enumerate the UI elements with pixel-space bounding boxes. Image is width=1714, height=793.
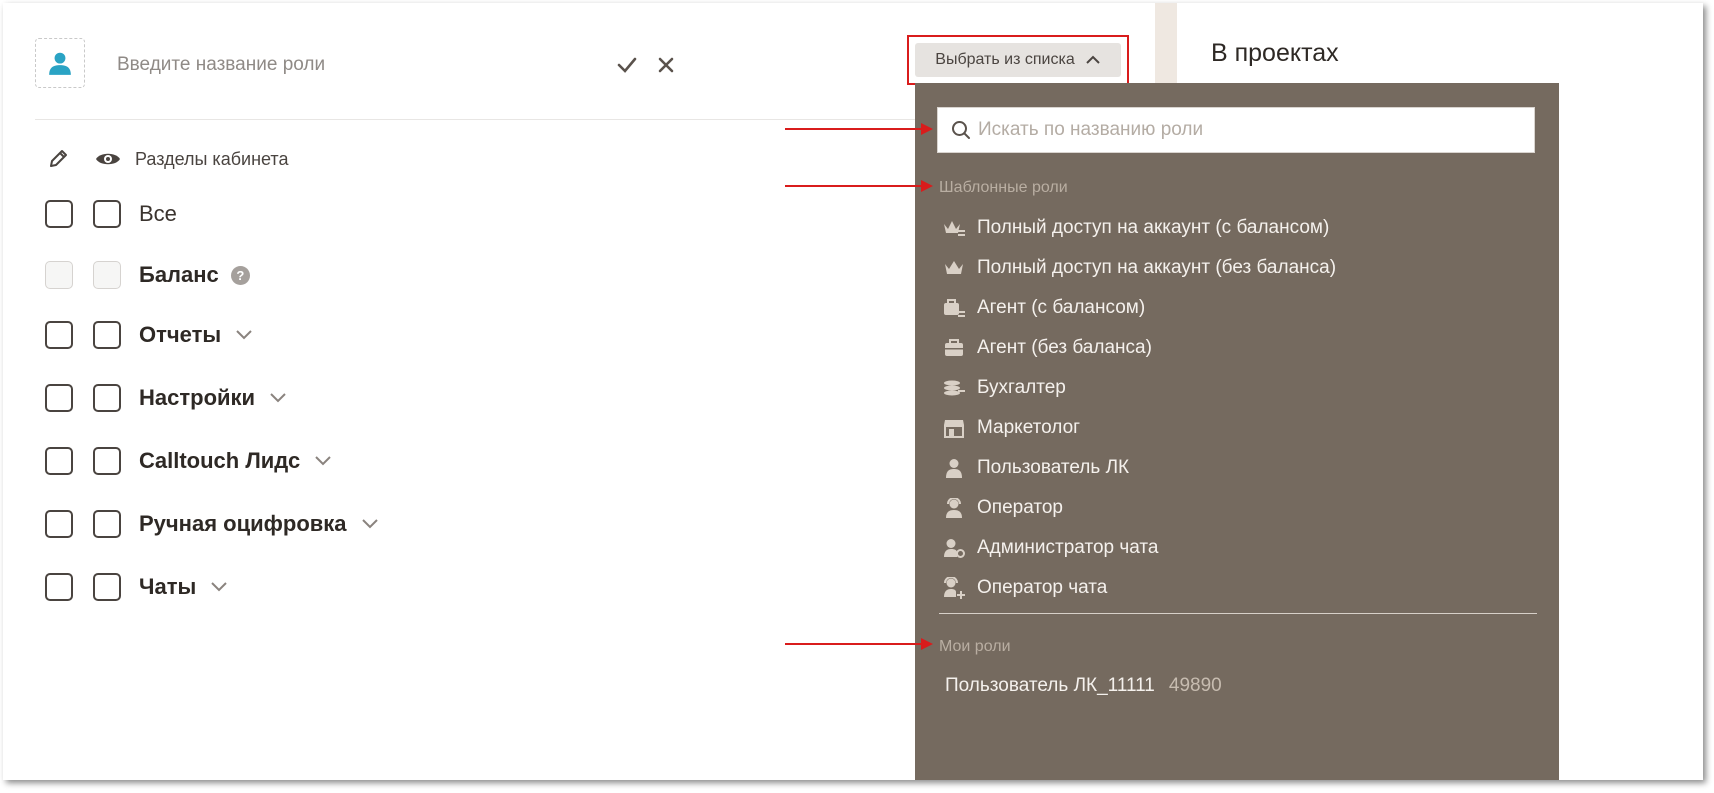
help-icon[interactable]: ? — [230, 265, 250, 285]
template-role-label: Бухгалтер — [977, 377, 1066, 398]
template-role-full-with-balance[interactable]: Полный доступ на аккаунт (с балансом) — [943, 213, 1329, 243]
view-checkbox-manual-digitization[interactable] — [93, 510, 121, 538]
cancel-button[interactable] — [652, 51, 680, 79]
select-from-list-label: Выбрать из списка — [935, 51, 1075, 68]
projects-panel-edge — [1155, 3, 1177, 93]
edit-checkbox-chats[interactable] — [45, 573, 73, 601]
search-icon — [952, 121, 970, 139]
template-role-lk-user[interactable]: Пользователь ЛК — [943, 453, 1129, 483]
sections-header-label: Разделы кабинета — [135, 148, 289, 169]
template-roles-title: Шаблонные роли — [939, 179, 1068, 196]
section-row-all: Все — [45, 198, 177, 230]
role-search-input[interactable] — [972, 108, 1534, 152]
header-divider — [35, 119, 915, 120]
section-row-reports: Отчеты — [45, 319, 253, 351]
section-row-balance: Баланс ? — [45, 259, 250, 291]
template-role-label: Агент (с балансом) — [977, 297, 1146, 318]
template-role-agent-without-balance[interactable]: Агент (без баланса) — [943, 333, 1152, 363]
chevron-down-icon[interactable] — [314, 455, 332, 467]
role-name-input[interactable] — [115, 47, 599, 83]
highlight-box: Выбрать из списка — [907, 35, 1129, 85]
coins-icon — [943, 377, 965, 399]
template-role-chat-operator[interactable]: Оператор чата — [943, 573, 1107, 603]
briefcase-balance-icon — [943, 297, 965, 319]
role-search-box — [937, 107, 1535, 153]
store-icon — [943, 417, 965, 439]
edit-checkbox-balance — [45, 261, 73, 289]
dropdown-divider — [939, 613, 1537, 614]
eye-icon — [96, 153, 120, 165]
template-role-full-without-balance[interactable]: Полный доступ на аккаунт (без баланса) — [943, 253, 1336, 283]
chevron-down-icon[interactable] — [235, 329, 253, 341]
chat-operator-icon — [943, 577, 965, 599]
annotation-arrow-my-roles — [785, 638, 933, 650]
template-role-marketer[interactable]: Маркетолог — [943, 413, 1080, 443]
section-label-chats: Чаты — [139, 574, 197, 599]
close-icon — [658, 57, 674, 73]
pencil-icon — [50, 150, 67, 167]
view-checkbox-balance — [93, 261, 121, 289]
role-dropdown: Шаблонные роли Полный доступ на аккаунт … — [915, 83, 1559, 780]
my-roles-title: Мои роли — [939, 638, 1011, 655]
my-role-item[interactable]: Пользователь ЛК_11111 49890 — [945, 671, 1222, 701]
view-checkbox-reports[interactable] — [93, 321, 121, 349]
sections-header: Разделы кабинета — [47, 144, 288, 174]
chevron-up-icon — [1085, 55, 1101, 65]
section-row-settings: Настройки — [45, 382, 287, 414]
template-role-accountant[interactable]: Бухгалтер — [943, 373, 1066, 403]
user-icon — [943, 457, 965, 479]
section-row-manual-digitization: Ручная оцифровка — [45, 508, 379, 540]
check-icon — [617, 57, 637, 73]
annotation-arrow-templates — [785, 180, 933, 192]
template-role-label: Маркетолог — [977, 417, 1081, 438]
section-label-balance: Баланс — [139, 262, 219, 287]
select-from-list-button[interactable]: Выбрать из списка — [915, 43, 1121, 77]
template-role-label: Оператор чата — [977, 577, 1108, 598]
chat-admin-icon — [943, 537, 965, 559]
role-avatar-placeholder[interactable] — [35, 38, 85, 88]
section-label-manual-digitization: Ручная оцифровка — [139, 511, 347, 536]
my-role-name: Пользователь ЛК_11111 — [945, 675, 1155, 696]
chevron-down-icon[interactable] — [361, 518, 379, 530]
user-icon — [49, 52, 71, 75]
view-checkbox-all[interactable] — [93, 200, 121, 228]
projects-title: В проектах — [1211, 39, 1339, 67]
template-role-label: Полный доступ на аккаунт (без баланса) — [977, 257, 1337, 278]
template-role-label: Агент (без баланса) — [977, 337, 1152, 358]
edit-checkbox-reports[interactable] — [45, 321, 73, 349]
chevron-down-icon[interactable] — [269, 392, 287, 404]
section-label-settings: Настройки — [139, 385, 256, 410]
template-role-chat-admin[interactable]: Администратор чата — [943, 533, 1158, 563]
annotation-arrow-search — [785, 123, 933, 135]
edit-checkbox-calltouch-leads[interactable] — [45, 447, 73, 475]
section-label-calltouch-leads: Calltouch Лидс — [139, 448, 301, 473]
section-row-chats: Чаты — [45, 571, 228, 603]
section-label-all: Все — [139, 201, 177, 226]
template-role-label: Пользователь ЛК — [977, 457, 1130, 478]
operator-icon — [943, 497, 965, 519]
view-checkbox-chats[interactable] — [93, 573, 121, 601]
template-role-operator[interactable]: Оператор — [943, 493, 1063, 523]
template-role-label: Полный доступ на аккаунт (с балансом) — [977, 217, 1330, 238]
crown-icon — [943, 257, 965, 279]
view-checkbox-settings[interactable] — [93, 384, 121, 412]
my-role-id: 49890 — [1168, 675, 1222, 696]
section-row-calltouch-leads: Calltouch Лидс — [45, 445, 332, 477]
role-editor-screen: Разделы кабинета Все Баланс ? Отчеты Нас… — [3, 3, 1703, 780]
confirm-button[interactable] — [613, 51, 641, 79]
edit-checkbox-settings[interactable] — [45, 384, 73, 412]
view-checkbox-calltouch-leads[interactable] — [93, 447, 121, 475]
edit-checkbox-all[interactable] — [45, 200, 73, 228]
template-role-label: Администратор чата — [977, 537, 1159, 558]
edit-checkbox-manual-digitization[interactable] — [45, 510, 73, 538]
briefcase-icon — [943, 337, 965, 359]
template-role-agent-with-balance[interactable]: Агент (с балансом) — [943, 293, 1145, 323]
template-role-label: Оператор — [977, 497, 1063, 518]
crown-balance-icon — [943, 217, 965, 239]
section-label-reports: Отчеты — [139, 322, 222, 347]
chevron-down-icon[interactable] — [210, 581, 228, 593]
